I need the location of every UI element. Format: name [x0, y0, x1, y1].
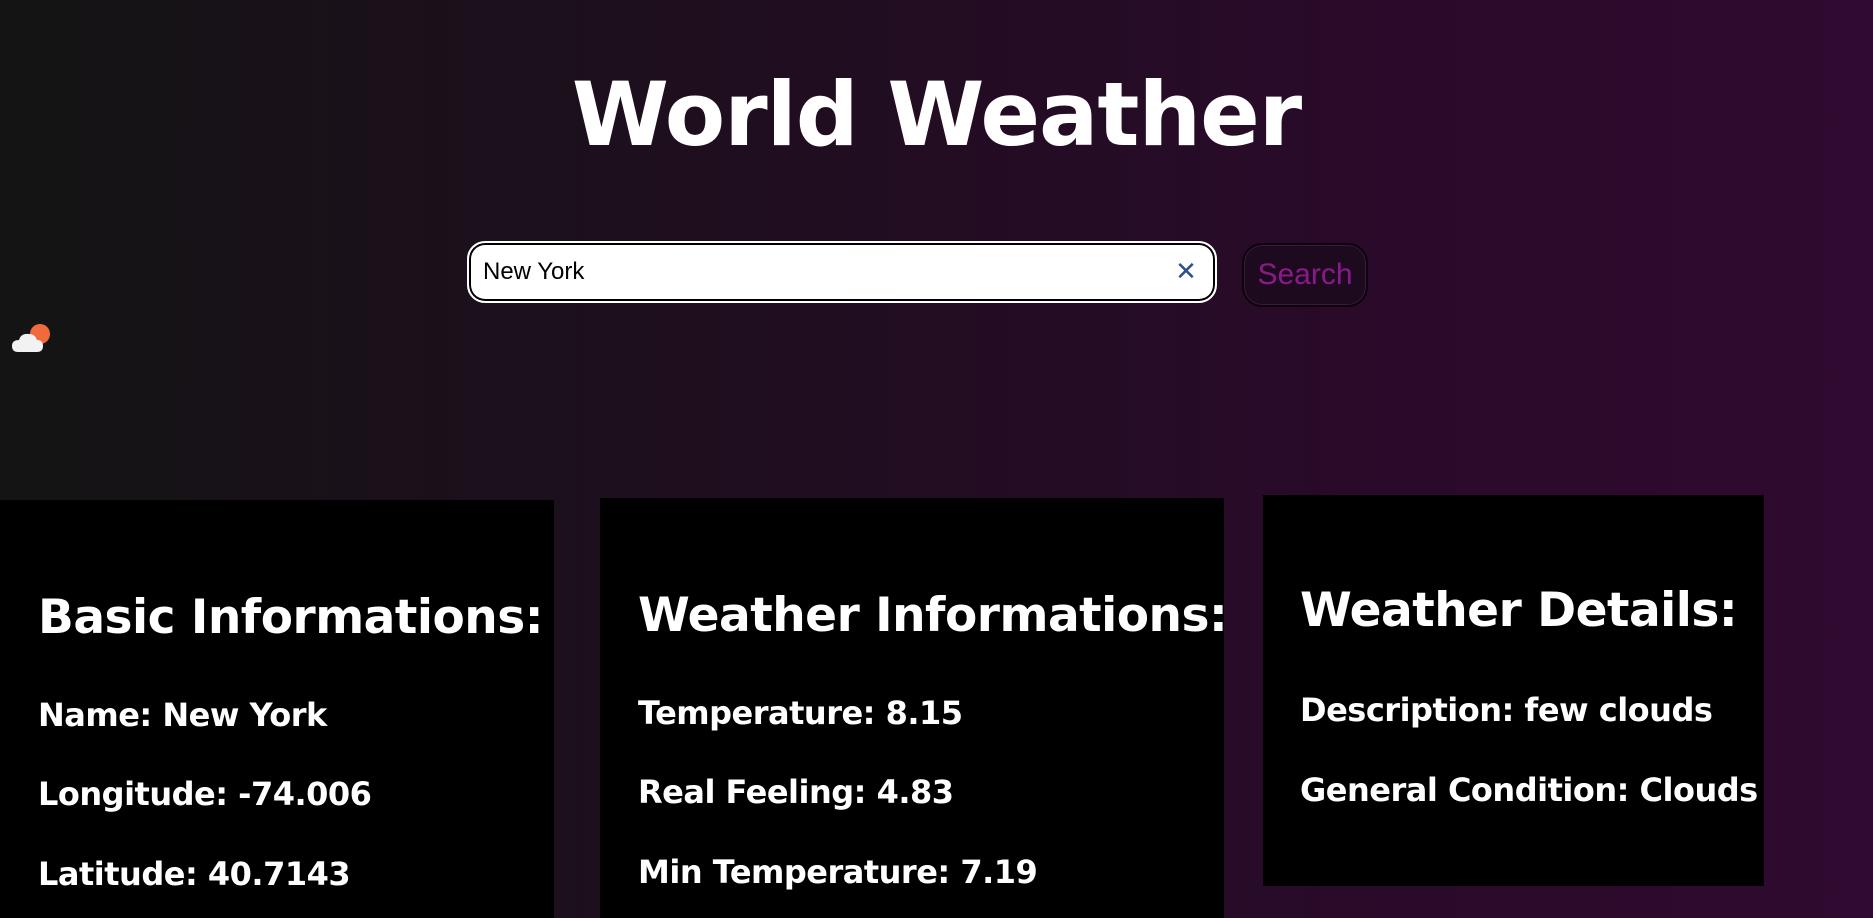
weather-info-heading: Weather Informations:	[638, 588, 1228, 643]
page-title: World Weather	[571, 63, 1302, 166]
basic-info-card: Basic Informations: Name: New York Longi…	[0, 500, 554, 918]
search-input[interactable]	[483, 243, 1133, 301]
search-box[interactable]: ✕	[467, 241, 1217, 303]
weather-details-heading: Weather Details:	[1300, 583, 1738, 638]
latitude-value: Latitude: 40.7143	[38, 855, 351, 893]
search-button[interactable]: Search	[1242, 243, 1368, 307]
weather-info-card: Weather Informations: Temperature: 8.15 …	[600, 498, 1228, 918]
name-value: Name: New York	[38, 696, 327, 734]
real-feeling-value: Real Feeling: 4.83	[638, 773, 954, 811]
weather-details-card: Weather Details: Description: few clouds…	[1263, 495, 1764, 886]
temperature-value: Temperature: 8.15	[638, 694, 963, 732]
basic-info-heading: Basic Informations:	[38, 590, 544, 645]
longitude-value: Longitude: -74.006	[38, 775, 372, 813]
close-icon[interactable]: ✕	[1171, 257, 1201, 287]
min-temperature-value: Min Temperature: 7.19	[638, 853, 1038, 891]
description-value: Description: few clouds	[1300, 691, 1713, 729]
partly-cloudy-icon	[12, 324, 50, 352]
general-condition-value: General Condition: Clouds	[1300, 771, 1758, 809]
